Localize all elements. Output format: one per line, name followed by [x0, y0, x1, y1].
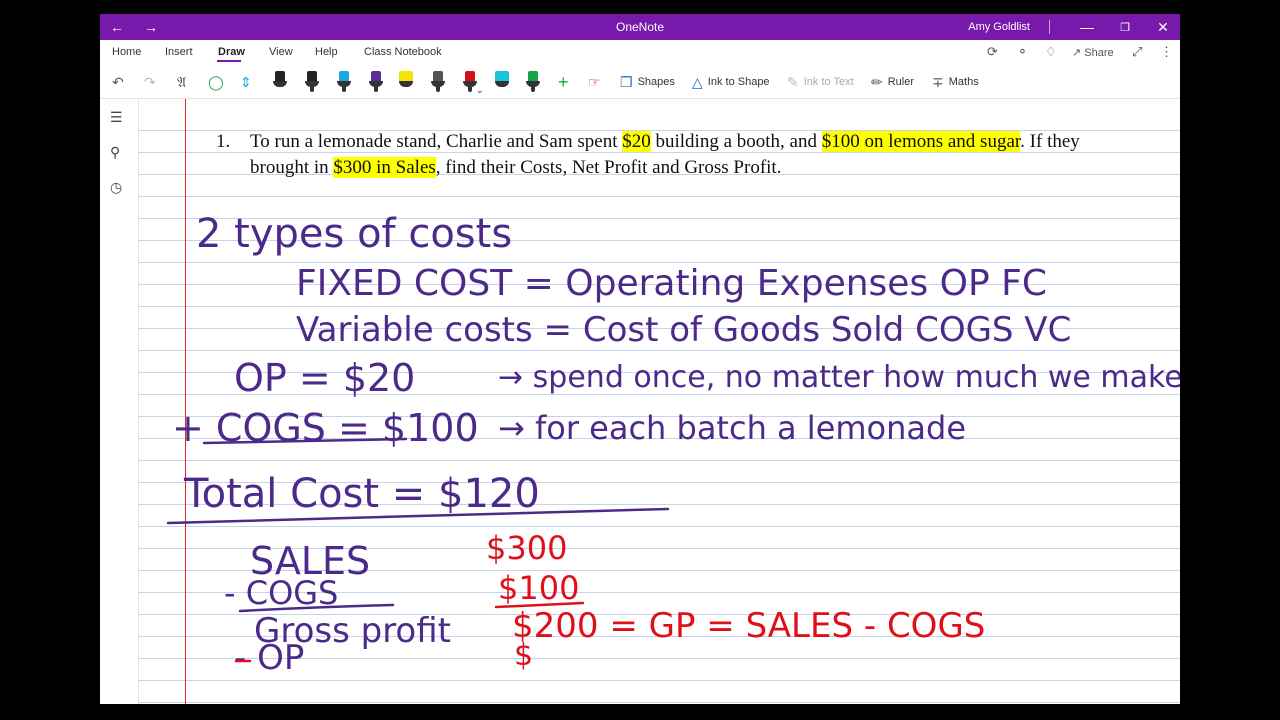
ink-line-fixed-cost: FIXED COST = Operating Expenses OP FC	[296, 263, 1047, 304]
shapes-label: Shapes	[637, 76, 675, 88]
restore-icon[interactable]: ❐	[1110, 14, 1140, 40]
minimize-icon[interactable]: —	[1072, 14, 1102, 40]
search-icon[interactable]: ⚲	[110, 144, 120, 161]
pen-blue[interactable]	[337, 71, 351, 93]
ink-to-text-button[interactable]: ✎ Ink to Text	[787, 72, 854, 92]
recent-clock-icon[interactable]: ◷	[110, 179, 122, 196]
lightbulb-icon[interactable]: ⚬	[1017, 44, 1028, 60]
share-label: Share	[1084, 47, 1114, 59]
ink-op-label: - OP	[234, 638, 304, 678]
red-ink-group: $300 $100 $200 = GP = SALES - COGS $	[486, 529, 985, 673]
ink-to-shape-label: Ink to Shape	[707, 76, 770, 88]
pencil-gray[interactable]	[431, 71, 445, 93]
ink-op-equation: OP = $20	[234, 356, 415, 400]
ink-cogs-note: → for each batch a lemonade	[498, 409, 966, 447]
ink-line-types-of-costs: 2 types of costs	[196, 211, 512, 257]
ink-to-shape-button[interactable]: △ Ink to Shape	[692, 72, 770, 92]
active-tab-indicator	[217, 60, 241, 62]
shapes-icon: ❒	[620, 73, 633, 90]
handwritten-ink: 2 types of costs FIXED COST = Operating …	[166, 211, 1180, 678]
touch-draw-button[interactable]: ☞	[588, 72, 606, 92]
close-icon[interactable]: ✕	[1148, 14, 1178, 40]
highlighter-cyan[interactable]	[495, 71, 509, 93]
tab-help[interactable]: Help	[315, 46, 338, 58]
pen-black[interactable]	[273, 71, 287, 93]
sync-icon[interactable]: ⟳	[987, 44, 998, 60]
ink-op-note: → spend once, no matter how much we make	[498, 360, 1180, 395]
undo-button[interactable]: ↶	[112, 72, 129, 92]
notebooks-icon[interactable]: ☰	[110, 109, 123, 126]
note-page[interactable]: 1. To run a lemonade stand, Charlie and …	[138, 99, 1180, 704]
type-select-button[interactable]: 𝔄	[177, 72, 191, 92]
pen-purple[interactable]	[369, 71, 383, 93]
ruler-button[interactable]: ✏ Ruler	[871, 72, 914, 92]
ink-value-100: $100	[498, 569, 579, 607]
ink-to-text-icon: ✎	[787, 73, 799, 90]
add-space-icon: ⇕	[240, 73, 252, 90]
pen-red-selected[interactable]	[463, 71, 477, 93]
lasso-icon: ◯	[208, 73, 224, 90]
add-space-button[interactable]: ⇕	[240, 72, 257, 92]
ink-total-cost: Total Cost = $120	[183, 471, 540, 517]
maths-icon: ∓	[932, 73, 944, 90]
tab-view[interactable]: View	[269, 46, 293, 58]
maths-button[interactable]: ∓ Maths	[932, 72, 979, 92]
redo-icon: ↷	[144, 73, 156, 90]
ink-to-text-label: Ink to Text	[803, 76, 854, 88]
tab-home[interactable]: Home	[112, 46, 141, 58]
more-options-icon[interactable]: ⋮	[1160, 44, 1173, 60]
ink-value-300: $300	[486, 529, 567, 567]
pen-green[interactable]	[526, 71, 540, 93]
title-separator	[1049, 20, 1050, 34]
maths-label: Maths	[948, 76, 979, 88]
lasso-select-button[interactable]: ◯	[208, 72, 229, 92]
ink-dollar: $	[514, 638, 533, 673]
share-button[interactable]: ↗ Share	[1072, 46, 1114, 59]
bell-icon[interactable]: ♢	[1045, 44, 1057, 60]
pen-options-chevron-icon[interactable]: ⌄	[476, 80, 484, 100]
text-cursor-icon: 𝔄	[177, 73, 187, 90]
add-pen-button[interactable]: +	[558, 72, 569, 92]
hand-draw-icon: ☞	[588, 73, 601, 90]
draw-toolbar: ↶ ↷ 𝔄 ◯ ⇕ ⌄ + ☞ ❒ Shapes △ Ink to Shape ✎ I…	[100, 66, 1180, 99]
plus-icon: +	[558, 71, 569, 92]
ink-to-shape-icon: △	[692, 73, 703, 90]
shapes-button[interactable]: ❒ Shapes	[620, 72, 675, 92]
ruler-label: Ruler	[887, 76, 915, 88]
undo-icon: ↶	[112, 73, 124, 90]
tab-draw[interactable]: Draw	[218, 46, 245, 58]
user-name[interactable]: Amy Goldlist	[968, 14, 1030, 40]
highlighter-yellow[interactable]	[399, 71, 413, 93]
ink-gp-formula: $200 = GP = SALES - COGS	[512, 606, 985, 646]
tab-insert[interactable]: Insert	[165, 46, 193, 58]
expand-icon[interactable]: ⤢	[1132, 44, 1142, 60]
ruler-icon: ✏	[871, 73, 883, 90]
pen-black-2[interactable]	[305, 71, 319, 93]
redo-button[interactable]: ↷	[144, 72, 161, 92]
navigation-sidebar: ☰ ⚲ ◷	[100, 99, 139, 704]
onenote-window: ← → OneNote Amy Goldlist — ❐ ✕ Home Inse…	[100, 14, 1180, 704]
tab-class-notebook[interactable]: Class Notebook	[364, 46, 442, 58]
ink-line-variable-costs: Variable costs = Cost of Goods Sold COGS…	[296, 310, 1071, 350]
title-bar: ← → OneNote Amy Goldlist — ❐ ✕	[100, 14, 1180, 40]
